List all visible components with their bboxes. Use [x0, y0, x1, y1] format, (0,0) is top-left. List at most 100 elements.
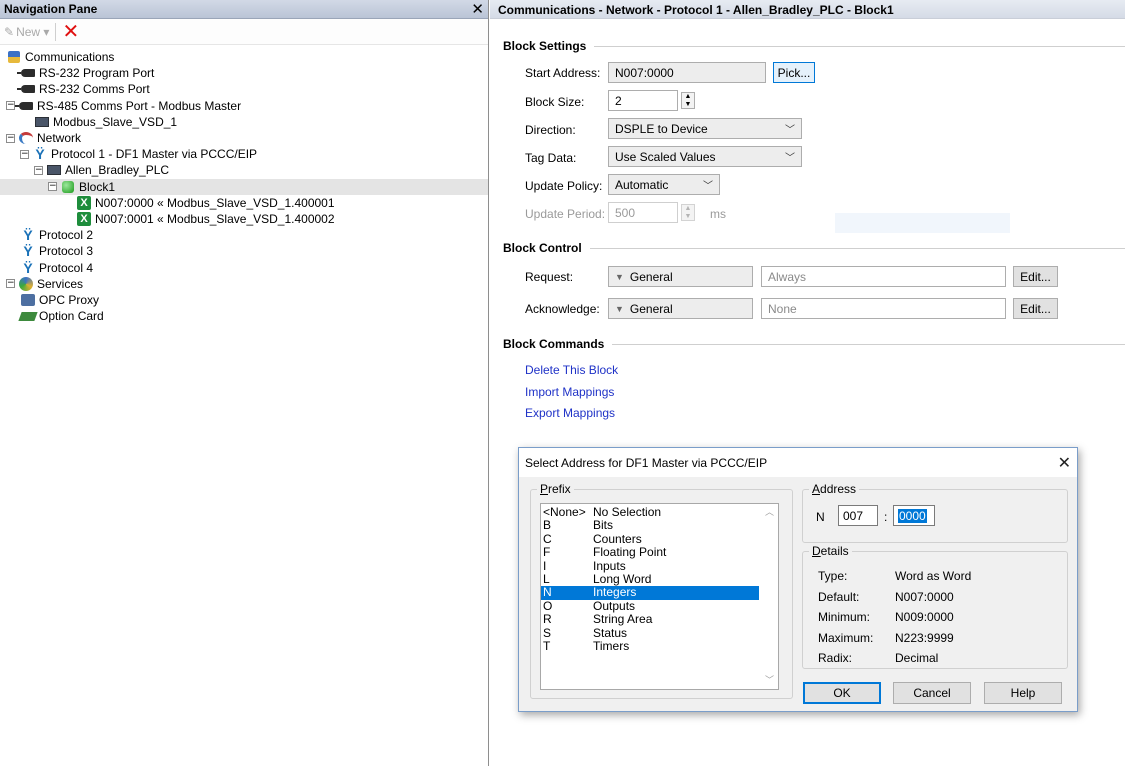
- prefix-item[interactable]: B Bits: [541, 519, 759, 532]
- acknowledge-expression-field: None: [761, 298, 1006, 319]
- tree-item[interactable]: OPC Proxy: [0, 292, 488, 308]
- toolbar-divider: [55, 22, 57, 41]
- tree-item[interactable]: − RS-485 Comms Port - Modbus Master: [0, 98, 488, 114]
- prefix-item[interactable]: <None> No Selection: [541, 505, 759, 519]
- prefix-description: Status: [593, 625, 628, 640]
- address-file-input[interactable]: 007: [838, 505, 878, 526]
- detail-value: N007:0000: [895, 589, 954, 604]
- tree-item[interactable]: RS-232 Comms Port: [0, 81, 488, 97]
- acknowledge-edit-button[interactable]: Edit...: [1013, 298, 1058, 319]
- acknowledge-category-value: General: [629, 301, 673, 316]
- collapse-icon[interactable]: −: [6, 101, 15, 111]
- tree-item-label: Network: [37, 131, 82, 145]
- collapse-icon[interactable]: −: [34, 165, 43, 175]
- request-edit-button[interactable]: Edit...: [1013, 266, 1058, 287]
- request-category-select[interactable]: ▼ General: [608, 266, 753, 287]
- section-divider: [589, 247, 1125, 249]
- tree-item-label: RS-485 Comms Port - Modbus Master: [37, 98, 242, 113]
- protocol-icon: Ÿ: [23, 259, 33, 276]
- tree-item[interactable]: RS-232 Program Port: [0, 65, 488, 81]
- new-icon: ✎: [4, 24, 15, 39]
- delete-icon[interactable]: ✕: [62, 22, 79, 42]
- protocol-icon: Ÿ: [23, 243, 33, 260]
- collapse-icon[interactable]: −: [48, 182, 57, 192]
- tree-item[interactable]: − Allen_Bradley_PLC: [0, 162, 488, 178]
- prefix-item[interactable]: N Integers: [541, 585, 759, 600]
- block-commands-section: Block Commands: [503, 336, 1125, 352]
- tree-item[interactable]: Ÿ Protocol 4: [0, 260, 488, 276]
- dropdown-arrow-icon: ▼: [615, 271, 624, 282]
- mapping-icon: X: [76, 195, 92, 210]
- prefix-description: Floating Point: [593, 545, 667, 560]
- acknowledge-category-select[interactable]: ▼ General: [608, 298, 753, 319]
- detail-value: N009:0000: [895, 610, 954, 624]
- block-size-label: Block Size:: [525, 95, 585, 109]
- tree-item[interactable]: − Ÿ Protocol 1 - DF1 Master via PCCC/EIP: [0, 146, 488, 162]
- prefix-description: Counters: [593, 531, 642, 546]
- collapse-icon[interactable]: −: [6, 279, 15, 289]
- faded-tooltip: [835, 213, 1010, 233]
- import-mappings-link[interactable]: Import Mappings: [525, 385, 614, 399]
- prefix-item[interactable]: L Long Word: [541, 572, 759, 586]
- prefix-item[interactable]: C Counters: [541, 531, 759, 546]
- prefix-description: Integers: [593, 585, 637, 600]
- detail-label: Maximum:: [818, 630, 874, 645]
- scroll-down-icon[interactable]: ﹀: [761, 672, 778, 689]
- address-element-input[interactable]: 0000: [893, 505, 935, 526]
- prefix-item[interactable]: I Inputs: [541, 558, 759, 573]
- collapse-icon[interactable]: −: [6, 133, 15, 143]
- spin-up-icon: ▲: [684, 205, 692, 212]
- tree-item[interactable]: Ÿ Protocol 3: [0, 243, 488, 259]
- block-settings-heading: Block Settings: [503, 39, 587, 53]
- tag-data-select[interactable]: Use Scaled Values ﹀: [608, 146, 802, 167]
- prefix-item[interactable]: T Timers: [541, 639, 759, 653]
- protocol-icon: Ÿ: [35, 146, 45, 163]
- help-button[interactable]: Help: [984, 682, 1062, 704]
- prefix-item[interactable]: R String Area: [541, 612, 759, 626]
- mapping-icon: X: [76, 212, 92, 226]
- navigation-pane-header: Navigation Pane ✕: [0, 0, 488, 19]
- tree-item[interactable]: X N007:0001 « Modbus_Slave_VSD_1.400002: [0, 211, 488, 227]
- direction-label: Direction:: [525, 123, 576, 137]
- tree-item[interactable]: Modbus_Slave_VSD_1: [0, 114, 488, 130]
- block-size-stepper[interactable]: ▲ ▼: [681, 92, 695, 109]
- prefix-item[interactable]: F Floating Point: [541, 545, 759, 560]
- new-button[interactable]: ✎ New ▾: [4, 25, 49, 39]
- tree-item[interactable]: − Block1: [0, 178, 488, 195]
- detail-label: Default:: [818, 589, 860, 604]
- tree-item[interactable]: − Services: [0, 276, 488, 292]
- prefix-listbox[interactable]: <None> No Selection B Bits C Counters F Floatin…: [540, 503, 779, 690]
- tree-item[interactable]: Communications: [0, 49, 488, 65]
- prefix-items: <None> No Selection B Bits C Counters F Floatin…: [541, 505, 759, 653]
- acknowledge-label: Acknowledge:: [525, 302, 600, 316]
- direction-select[interactable]: DSPLE to Device ﹀: [608, 118, 802, 139]
- tree-item-label: Block1: [79, 179, 116, 194]
- prefix-scrollbar[interactable]: ︿ ﹀: [761, 504, 778, 689]
- pick-button[interactable]: Pick...: [773, 62, 815, 83]
- collapse-icon[interactable]: −: [20, 149, 29, 159]
- update-policy-select[interactable]: Automatic ﹀: [608, 174, 720, 195]
- details-group-title: Details: [809, 544, 852, 558]
- prefix-item[interactable]: S Status: [541, 625, 759, 640]
- scroll-up-icon[interactable]: ︿: [761, 504, 778, 521]
- close-icon[interactable]: ✕: [471, 2, 484, 17]
- chevron-down-icon: ﹀: [785, 153, 795, 164]
- delete-block-link[interactable]: Delete This Block: [525, 363, 618, 377]
- chevron-down-icon: ﹀: [785, 125, 795, 136]
- address-group-title: Address: [809, 482, 860, 496]
- tree-item[interactable]: − Network: [0, 130, 488, 146]
- spin-up-icon[interactable]: ▲: [682, 93, 694, 101]
- spin-down-icon[interactable]: ▼: [682, 101, 694, 109]
- ok-button[interactable]: OK: [803, 682, 881, 704]
- tree-item[interactable]: Option Card: [0, 308, 488, 324]
- prefix-item[interactable]: O Outputs: [541, 599, 759, 613]
- close-icon[interactable]: ✕: [1058, 453, 1071, 472]
- cancel-button[interactable]: Cancel: [893, 682, 971, 704]
- block-size-input[interactable]: 2: [608, 90, 678, 111]
- tree-item[interactable]: X N007:0000 « Modbus_Slave_VSD_1.400001: [0, 195, 488, 211]
- export-mappings-link[interactable]: Export Mappings: [525, 406, 615, 420]
- update-period-stepper: ▲ ▼: [681, 204, 695, 221]
- tree-item[interactable]: Ÿ Protocol 2: [0, 227, 488, 243]
- prefix-key: I: [543, 558, 547, 573]
- prefix-group-title: Prefix: [537, 482, 574, 496]
